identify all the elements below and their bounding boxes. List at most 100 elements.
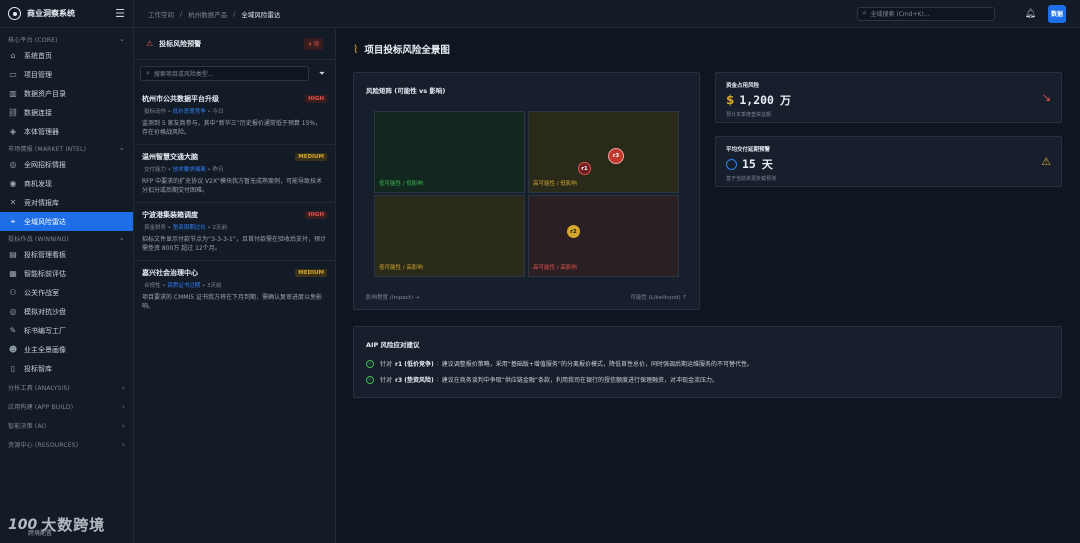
level-badge: HIGH	[305, 211, 327, 219]
top-bar: 工作空间 / 杭州数据产品 / 全域风险雷达 ⌕ 全域搜索 (Cmd+K)... 🔔…	[134, 0, 1080, 28]
sidebar-item-label: 数据连接	[24, 108, 52, 117]
sidebar-item-home[interactable]: ⌂ 系统首页	[0, 46, 133, 65]
breadcrumb-separator: /	[180, 9, 183, 18]
nav-group-resources[interactable]: 资源中心 (RESOURCES) ›	[0, 435, 133, 454]
sidebar-item-data-connect[interactable]: ⛓ 数据连接	[0, 103, 133, 122]
book-icon: ▯	[10, 364, 16, 373]
alert-time: 2天前	[212, 225, 228, 231]
swords-icon: ✕	[9, 198, 17, 207]
sidebar-item-ontology[interactable]: ◈ 本体管理器	[0, 122, 133, 141]
nav-group-winning[interactable]: 投标作战 (WINNING) ⌄	[0, 231, 133, 245]
y-axis-label: 可能性 (Likelihood) ↑	[630, 295, 687, 301]
aip-advice-panel: AIP 风险应对建议 ✓ 针对 r1 (低价竞争): 建议调整报价策略，采用“基…	[353, 326, 1062, 398]
nav-group-label: 投标作战 (WINNING)	[8, 235, 69, 243]
alert-item[interactable]: 杭州市公共数据平台升级 HIGH 投标动作 • 低价恶意竞争 • 今日 监测到 5…	[134, 87, 335, 145]
sidebar-item-sandbox[interactable]: ◎ 模拟对抗沙盘	[0, 302, 133, 321]
metric-value: 15 天	[726, 156, 773, 172]
app-root: 商业洞察系统 ☰ 核心平台 (CORE) ⌄ ⌂ 系统首页 ▭ 项目管理 ▥ 数据资产目…	[0, 0, 1080, 543]
sidebar-item-data-catalog[interactable]: ▥ 数据资产目录	[0, 84, 133, 103]
search-placeholder: 搜索项目或风险类型...	[153, 71, 214, 78]
sidebar-item-risk-radar[interactable]: ⌖ 全域风险雷达	[0, 212, 133, 231]
alert-tag: 低价恶意竞争	[172, 109, 206, 115]
sidebar-item-tenders[interactable]: ◎ 全网招标情报	[0, 155, 133, 174]
nav-group-label: 分析工具 (ANALYSIS)	[8, 385, 70, 392]
nav-group-analysis[interactable]: 分析工具 (ANALYSIS) ›	[0, 378, 133, 397]
logo-icon	[8, 7, 21, 20]
alert-meta: 投标动作 • 低价恶意竞争 • 今日	[144, 109, 224, 115]
alert-title: 温州智慧交通大脑	[142, 153, 198, 161]
sidebar-item-bid-board[interactable]: ▤ 投标管理看板	[0, 245, 133, 264]
watermark: 100 跨境配置 大数跨境	[8, 514, 105, 537]
alert-item[interactable]: 嘉兴社会治理中心 MEDIUM 合规性 • 资质证书过期 • 3天前 项目要求的 …	[134, 261, 335, 318]
user-icon: ☻	[8, 345, 18, 354]
watermark-sub: 跨境配置	[28, 530, 53, 537]
nav-group-ai[interactable]: 智能决策 (AI) ›	[0, 416, 133, 435]
sidebar-item-bid-factory[interactable]: ✎ 标书编写工厂	[0, 321, 133, 340]
link-icon: ⛓	[7, 108, 19, 117]
quadrant-label: 低可能性 / 高影响	[379, 265, 423, 271]
advice-row: ✓ 针对 r1 (低价竞争): 建议调整报价策略，采用“基础版+增值服务”的分离…	[366, 359, 754, 368]
pulse-icon: ⌇	[353, 42, 359, 56]
avatar[interactable]: 数据	[1048, 4, 1066, 23]
metric-value: $ 1,200 万	[726, 92, 791, 108]
sidebar-item-label: 业主全景画像	[24, 345, 66, 354]
alert-item[interactable]: 温州智慧交通大脑 MEDIUM 交付能力 • 技术要求偏离 • 昨日 RFP 中要…	[134, 145, 335, 203]
sidebar-item-label: 项目管理	[24, 70, 52, 79]
chevron-right-icon: ›	[122, 421, 125, 430]
breadcrumb-item[interactable]: 工作空间	[148, 9, 174, 19]
breadcrumb-current: 全域风险雷达	[241, 10, 281, 19]
pen-icon: ✎	[9, 326, 17, 335]
metric-delivery-delay: 平均交付延期预警 15 天 基于当前资源负载预测 ⚠	[715, 136, 1062, 187]
nav-group-core[interactable]: 核心平台 (CORE) ⌄	[0, 32, 133, 46]
metric-subtitle: 基于当前资源负载预测	[726, 176, 777, 182]
risk-point-r1[interactable]: r1	[578, 162, 591, 175]
sidebar-item-think-tank[interactable]: ▯ 投标智库	[0, 359, 133, 378]
page-title-text: 项目投标风险全景图	[364, 45, 450, 56]
matrix-title: 风险矩阵 (可能性 vs 影响)	[366, 87, 446, 95]
sidebar-item-pre-eval[interactable]: ▦ 智能标前评估	[0, 264, 133, 283]
nav-group-app-build[interactable]: 应用构建 (APP BUILD) ›	[0, 397, 133, 416]
search-icon: ⌕	[146, 69, 150, 77]
quadrant-high-high: 高可能性 / 高影响	[528, 195, 679, 277]
menu-icon[interactable]: ☰	[115, 7, 125, 20]
alert-count-badge: 4 项	[304, 37, 323, 50]
metric-capital-risk: 资金占用风险 $ 1,200 万 预计本季度垫资总额 ↘	[715, 72, 1062, 123]
sidebar-item-owner-profile[interactable]: ☻ 业主全景画像	[0, 340, 133, 359]
nav-group-market[interactable]: 市场情报 (MARKET INTEL) ⌄	[0, 141, 133, 155]
alert-meta: 资金财务 • 垫资周期过长 • 2天前	[144, 225, 228, 231]
alert-meta: 合规性 • 资质证书过期 • 3天前	[144, 283, 222, 289]
sidebar-item-projects[interactable]: ▭ 项目管理	[0, 65, 133, 84]
advice-prefix: 针对	[380, 377, 393, 384]
alert-type: 投标动作	[144, 109, 167, 115]
risk-point-r3[interactable]: r3	[608, 148, 624, 164]
advice-title: AIP 风险应对建议	[366, 341, 420, 349]
bell-icon[interactable]: 🔔︎	[1025, 9, 1036, 19]
quadrant-label: 高可能性 / 低影响	[533, 181, 577, 187]
risk-point-r2[interactable]: r2	[567, 225, 580, 238]
people-icon: ⚇	[9, 288, 17, 297]
globe-icon: ◎	[9, 160, 17, 169]
metric-label: 资金占用风险	[726, 83, 760, 89]
alert-icon: ⚠	[146, 39, 154, 48]
alert-time: 昨日	[212, 167, 224, 173]
sidebar-item-label: 系统首页	[24, 51, 52, 60]
breadcrumb-item[interactable]: 杭州数据产品	[188, 9, 227, 19]
sidebar-item-label: 模拟对抗沙盘	[24, 307, 66, 316]
advice-text: 建议调整报价策略，采用“基础版+增值服务”的分离报价模式，降低首性总价，同时强调…	[441, 361, 754, 368]
nav-group-label: 应用构建 (APP BUILD)	[8, 404, 74, 411]
folder-icon: ▭	[9, 70, 17, 79]
metric-subtitle: 预计本季度垫资总额	[726, 112, 772, 118]
risk-matrix-panel: 风险矩阵 (可能性 vs 影响) 低可能性 / 低影响 高可能性 / 低影响 低…	[353, 72, 700, 310]
alert-item[interactable]: 宁波港集装箱调度 HIGH 资金财务 • 垫资周期过长 • 2天前 招标文件显示付…	[134, 203, 335, 261]
alert-search-input[interactable]: ⌕ 搜索项目或风险类型...	[140, 66, 309, 81]
sidebar-item-pr-room[interactable]: ⚇ 公关作战室	[0, 283, 133, 302]
global-search-input[interactable]: ⌕ 全域搜索 (Cmd+K)...	[856, 6, 995, 21]
chevron-right-icon: ›	[122, 402, 125, 411]
sidebar-item-label: 商机发现	[24, 179, 52, 188]
sidebar-item-opportunity[interactable]: ◉ 商机发现	[0, 174, 133, 193]
alert-list-panel: ⚠ 投标风险预警 4 项 ⌕ 搜索项目或风险类型... ⏷ 杭州市公共数据平台升…	[134, 28, 336, 543]
filter-icon[interactable]: ⏷	[315, 69, 329, 79]
metric-number: 15	[742, 157, 756, 171]
sidebar-item-competitors[interactable]: ✕ 竞对情报库	[0, 193, 133, 212]
sidebar-item-label: 全网招标情报	[24, 160, 66, 169]
